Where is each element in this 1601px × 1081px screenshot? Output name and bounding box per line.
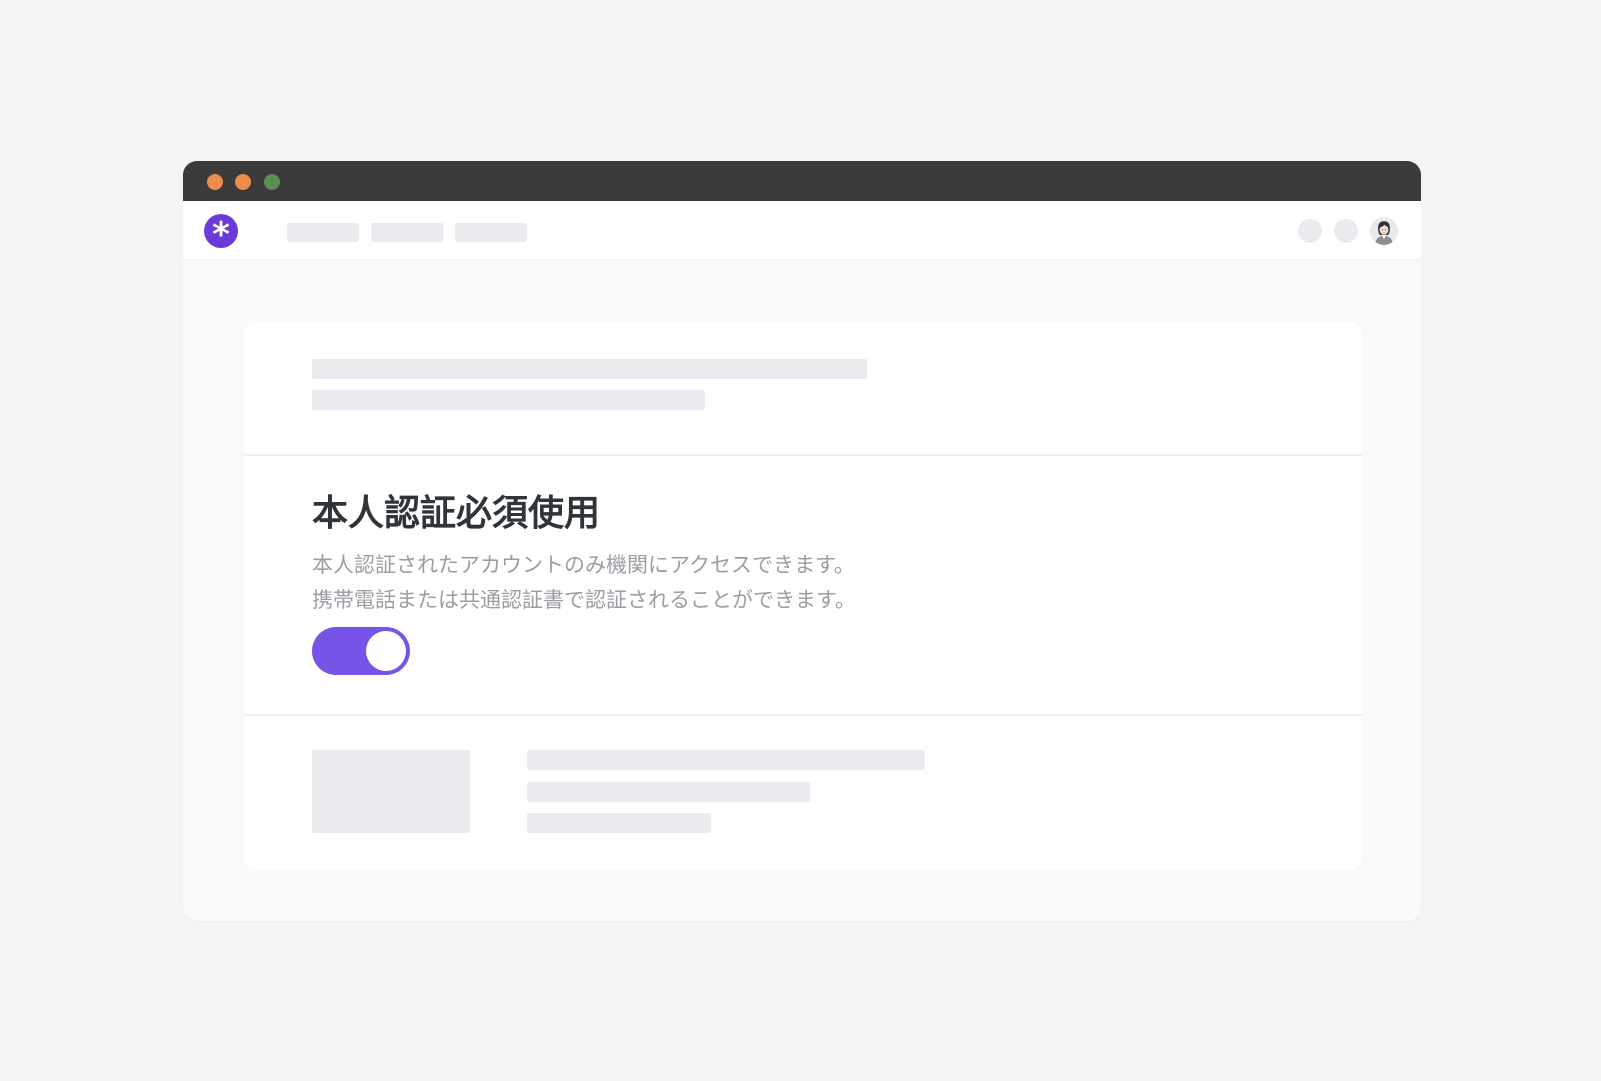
settings-card: 本人認証必須使用 本人認証されたアカウントのみ機関にアクセスできます。 携帯電話…: [244, 322, 1362, 870]
identity-verification-toggle[interactable]: [312, 627, 410, 675]
window-titlebar: [183, 161, 1421, 201]
header-action-placeholder[interactable]: [1298, 219, 1322, 243]
maximize-window-dot[interactable]: [264, 174, 280, 190]
close-window-dot[interactable]: [207, 174, 223, 190]
header-line-placeholder: [312, 359, 867, 379]
thumbnail-placeholder: [312, 750, 470, 833]
setting-title: 本人認証必須使用: [312, 493, 601, 534]
app-window: * 本人認証必須使用 本人認証されたアカウントのみ機関にアクセスできます。 携帯…: [183, 161, 1421, 921]
header-action-placeholder[interactable]: [1334, 219, 1358, 243]
setting-description: 本人認証されたアカウントのみ機関にアクセスできます。 携帯電話または共通認証書で…: [312, 548, 856, 618]
header-line-placeholder: [312, 390, 705, 410]
footer-line-placeholder: [527, 750, 925, 770]
footer-line-placeholder: [527, 813, 711, 833]
setting-description-line: 本人認証されたアカウントのみ機関にアクセスできます。: [312, 553, 855, 577]
nav-item-placeholder[interactable]: [287, 223, 359, 242]
minimize-window-dot[interactable]: [235, 174, 251, 190]
setting-description-line: 携帯電話または共通認証書で認証されることができます。: [312, 588, 856, 612]
avatar-illustration: [1370, 217, 1398, 245]
card-footer-section: [244, 716, 1362, 870]
nav-item-placeholder[interactable]: [455, 223, 527, 242]
card-header-section: [244, 322, 1362, 456]
identity-verification-setting: 本人認証必須使用 本人認証されたアカウントのみ機関にアクセスできます。 携帯電話…: [244, 456, 1362, 716]
nav-item-placeholder[interactable]: [371, 223, 443, 242]
asterisk-icon[interactable]: *: [204, 214, 238, 255]
footer-line-placeholder: [527, 782, 810, 802]
toggle-knob: [366, 631, 406, 671]
user-avatar-icon[interactable]: [1370, 217, 1398, 245]
app-header: *: [183, 201, 1421, 260]
